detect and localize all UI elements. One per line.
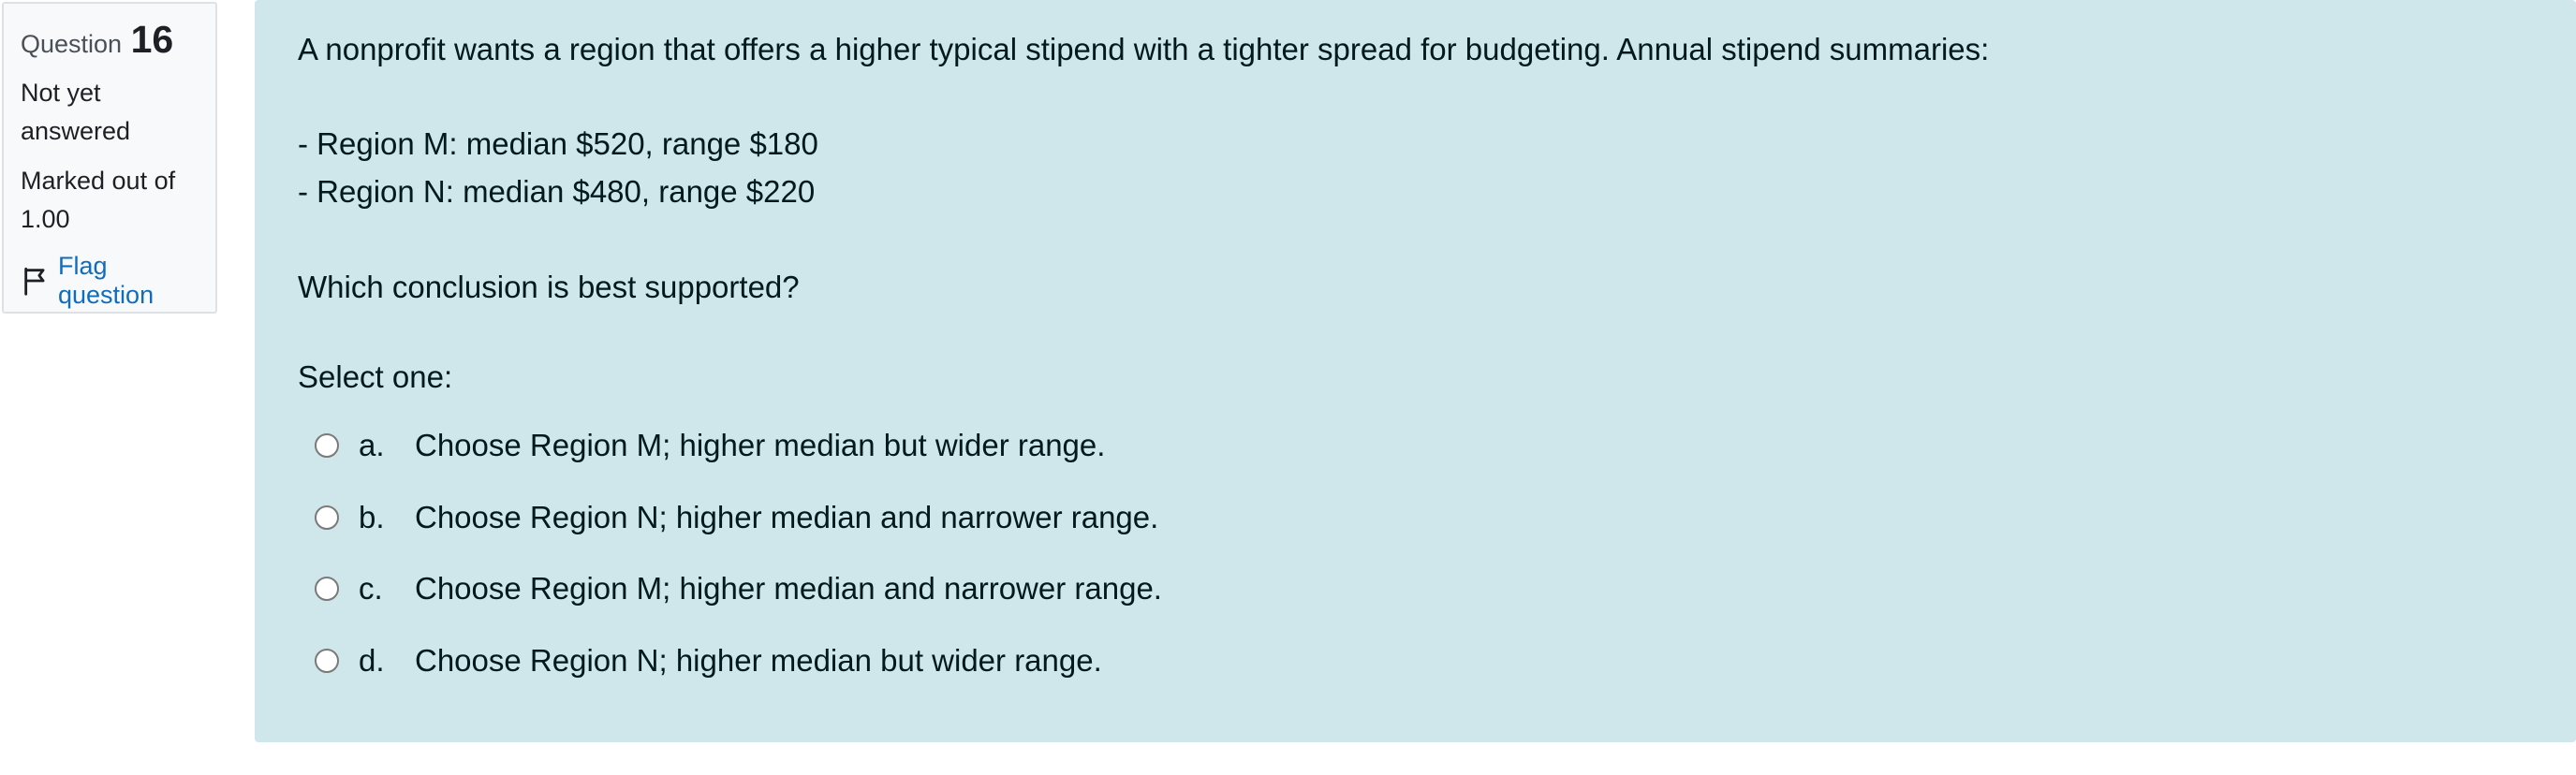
- question-state: Not yet answered: [21, 79, 131, 146]
- question-info-panel: Question 16 Not yet answered Marked out …: [2, 2, 217, 314]
- question-number: 16: [130, 18, 174, 61]
- radio-button-b[interactable]: [315, 505, 339, 530]
- summary-region-m: - Region M: median $520, range $180: [298, 126, 818, 161]
- option-letter: c.: [359, 571, 383, 606]
- option-text[interactable]: Choose Region M; higher median but wider…: [415, 428, 1105, 463]
- question-number-heading: Question 16: [21, 17, 200, 63]
- question-text: A nonprofit wants a region that offers a…: [298, 32, 1990, 66]
- select-prompt: Select one:: [298, 359, 453, 394]
- question-content: A nonprofit wants a region that offers a…: [255, 0, 2576, 742]
- question-label: Question: [21, 30, 123, 58]
- flag-icon: [24, 268, 45, 296]
- summary-region-n: - Region N: median $480, range $220: [298, 174, 816, 209]
- option-letter: d.: [359, 643, 385, 678]
- radio-button-a[interactable]: [315, 433, 339, 458]
- question-grade: Marked out of 1.00: [21, 167, 176, 234]
- flag-question-link[interactable]: Flag question: [21, 252, 200, 310]
- radio-button-c[interactable]: [315, 577, 339, 601]
- flag-question-label[interactable]: Flag question: [58, 252, 200, 310]
- answer-option-d[interactable]: d. Choose Region N; higher median but wi…: [315, 636, 1102, 685]
- answer-option-b[interactable]: b. Choose Region N; higher median and na…: [315, 493, 1158, 542]
- option-text[interactable]: Choose Region M; higher median and narro…: [415, 571, 1162, 607]
- question-ask: Which conclusion is best supported?: [298, 270, 800, 304]
- answer-option-c[interactable]: c. Choose Region M; higher median and na…: [315, 564, 1162, 613]
- answer-option-a[interactable]: a. Choose Region M; higher median but wi…: [315, 421, 1105, 470]
- question-page: Question 16 Not yet answered Marked out …: [0, 0, 2576, 775]
- radio-button-d[interactable]: [315, 649, 339, 673]
- option-letter: a.: [359, 428, 385, 462]
- option-text[interactable]: Choose Region N; higher median and narro…: [415, 500, 1158, 535]
- option-letter: b.: [359, 500, 385, 534]
- option-text[interactable]: Choose Region N; higher median but wider…: [415, 643, 1102, 679]
